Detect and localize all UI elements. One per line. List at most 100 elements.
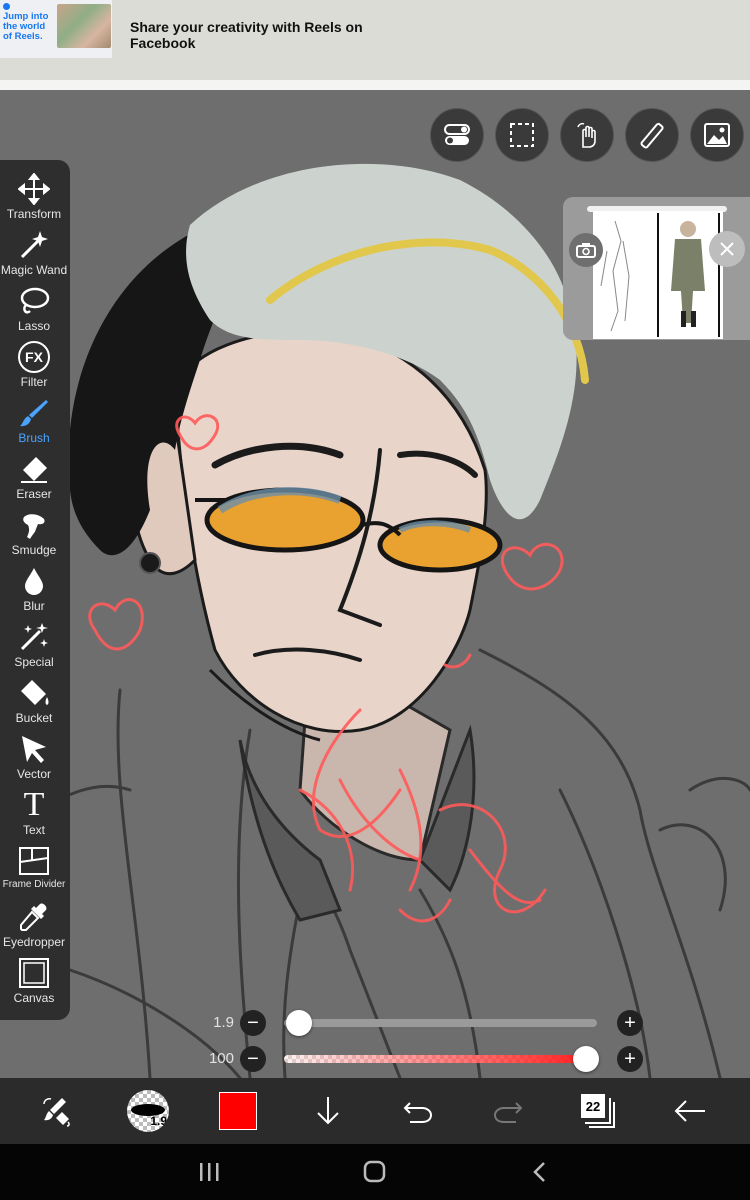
home-button[interactable] xyxy=(362,1159,388,1185)
opacity-value: 100 xyxy=(208,1050,234,1067)
opacity-knob[interactable] xyxy=(573,1046,599,1072)
brush-preview-icon: 1.9 xyxy=(127,1090,169,1132)
brush-size-slider-row: 1.9 − + xyxy=(200,1009,650,1037)
smudge-icon xyxy=(17,508,51,542)
frame-divider-icon xyxy=(17,844,51,878)
tool-label: Eyedropper xyxy=(2,935,66,949)
brush-preview-button[interactable]: 1.9 xyxy=(124,1088,172,1134)
tool-frame-divider[interactable]: Frame Divider xyxy=(0,844,68,900)
home-icon xyxy=(363,1160,386,1183)
recent-apps-icon xyxy=(200,1163,219,1181)
opacity-slider-row: 100 − + xyxy=(200,1045,650,1073)
layer-count: 22 xyxy=(581,1094,605,1118)
ad-banner[interactable]: Jump into the world of Reels. Share your… xyxy=(0,0,750,80)
tool-text[interactable]: T Text xyxy=(0,788,68,844)
opacity-decrease-button[interactable]: − xyxy=(240,1046,266,1072)
tool-label: Brush xyxy=(18,431,50,445)
opacity-increase-button[interactable]: + xyxy=(617,1046,643,1072)
brush-size-knob[interactable] xyxy=(286,1010,312,1036)
arrow-down-icon xyxy=(317,1097,339,1125)
back-button[interactable] xyxy=(667,1088,713,1134)
brush-size-label: 1.9 xyxy=(150,1114,167,1128)
brush-size-increase-button[interactable]: + xyxy=(617,1010,643,1036)
toggle-button[interactable] xyxy=(430,108,484,162)
bucket-icon xyxy=(17,676,51,710)
tool-label: Special xyxy=(14,655,54,669)
layers-icon: 22 xyxy=(581,1094,615,1128)
canvas-square-icon xyxy=(17,956,51,990)
camera-icon xyxy=(576,243,596,258)
tool-sidebar: Transform Magic Wand Lasso FX Filter Bru… xyxy=(0,160,70,1020)
facebook-logo-icon xyxy=(3,3,10,10)
tool-label: Filter xyxy=(20,375,48,389)
tool-eyedropper[interactable]: Eyedropper xyxy=(0,900,68,956)
ad-thumbnail[interactable]: Jump into the world of Reels. xyxy=(0,0,112,58)
cursor-arrow-icon xyxy=(17,732,51,766)
move-arrows-icon xyxy=(17,172,51,206)
redo-icon xyxy=(493,1102,523,1123)
tool-label: Blur xyxy=(23,599,45,613)
ruler-icon xyxy=(640,122,664,149)
reference-image xyxy=(593,211,723,339)
tool-transform[interactable]: Transform xyxy=(0,172,68,228)
ad-headline[interactable]: Share your creativity with Reels on Face… xyxy=(130,19,430,51)
tool-vector[interactable]: Vector xyxy=(0,732,68,788)
redo-button[interactable] xyxy=(485,1088,531,1134)
color-swatch xyxy=(219,1092,257,1130)
arrow-left-icon xyxy=(674,1100,705,1122)
fx-icon: FX xyxy=(17,340,51,374)
close-reference-button[interactable] xyxy=(709,231,745,267)
selection-button[interactable] xyxy=(495,108,549,162)
brush-size-decrease-button[interactable]: − xyxy=(240,1010,266,1036)
magic-wand-icon xyxy=(17,228,51,262)
opacity-track[interactable] xyxy=(284,1055,597,1063)
image-reference-button[interactable] xyxy=(690,108,744,162)
eraser-icon xyxy=(17,452,51,486)
capture-reference-button[interactable] xyxy=(569,233,603,267)
tool-label: Transform xyxy=(6,207,62,221)
ad-thumb-text: Jump into the world of Reels. xyxy=(3,11,49,42)
tool-canvas[interactable]: Canvas xyxy=(0,956,68,1012)
tool-blur[interactable]: Blur xyxy=(0,564,68,620)
tool-magic-wand[interactable]: Magic Wand xyxy=(0,228,68,284)
hand-gesture-button[interactable] xyxy=(560,108,614,162)
tool-label: Canvas xyxy=(13,991,55,1005)
tool-special[interactable]: Special xyxy=(0,620,68,676)
tool-label: Bucket xyxy=(15,711,53,725)
tool-label: Frame Divider xyxy=(2,879,66,890)
system-back-button[interactable] xyxy=(528,1160,552,1184)
reference-window[interactable] xyxy=(563,197,750,340)
toggle-icon xyxy=(444,124,470,145)
brush-size-track[interactable] xyxy=(284,1019,597,1027)
ruler-button[interactable] xyxy=(625,108,679,162)
apply-download-button[interactable] xyxy=(305,1088,351,1134)
tool-label: Text xyxy=(22,823,45,837)
quick-menu-button[interactable] xyxy=(34,1088,80,1134)
close-icon xyxy=(720,242,734,256)
color-picker-button[interactable] xyxy=(215,1088,261,1134)
image-reference-icon xyxy=(704,123,730,147)
tool-label: Vector xyxy=(16,767,52,781)
undo-button[interactable] xyxy=(395,1088,441,1134)
top-tool-row xyxy=(0,108,750,164)
tool-label: Smudge xyxy=(11,543,57,557)
text-t-icon: T xyxy=(23,786,45,823)
brush-size-value: 1.9 xyxy=(213,1014,234,1031)
tool-brush[interactable]: Brush xyxy=(0,396,68,452)
droplet-icon xyxy=(17,564,51,598)
tool-bucket[interactable]: Bucket xyxy=(0,676,68,732)
layers-button[interactable]: 22 xyxy=(575,1088,621,1134)
brush-icon xyxy=(17,396,51,430)
tool-eraser[interactable]: Eraser xyxy=(0,452,68,508)
tool-smudge[interactable]: Smudge xyxy=(0,508,68,564)
tool-label: Lasso xyxy=(17,319,51,333)
selection-dashed-icon xyxy=(510,123,534,147)
ad-divider xyxy=(0,80,750,90)
recent-apps-button[interactable] xyxy=(196,1160,224,1184)
undo-icon xyxy=(403,1102,433,1123)
tool-lasso[interactable]: Lasso xyxy=(0,284,68,340)
eyedropper-icon xyxy=(17,900,51,934)
special-brush-icon xyxy=(17,620,51,654)
tool-filter[interactable]: FX Filter xyxy=(0,340,68,396)
lasso-icon xyxy=(17,284,51,318)
